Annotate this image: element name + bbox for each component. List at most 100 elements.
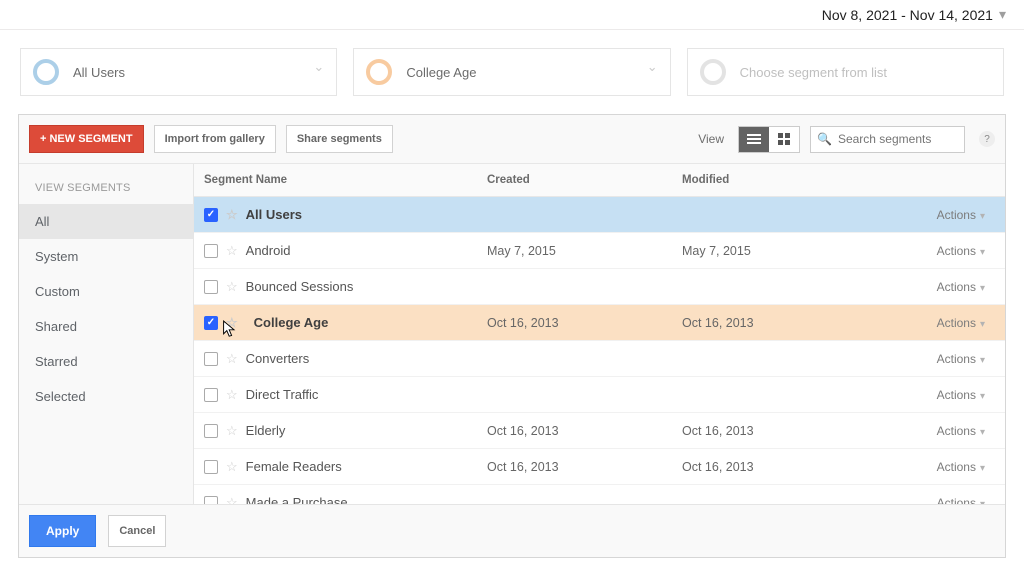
cursor-icon	[222, 319, 238, 339]
cell-modified	[672, 209, 867, 221]
table-row[interactable]: ☆Female ReadersOct 16, 2013Oct 16, 2013A…	[194, 449, 1005, 485]
cell-created: Oct 16, 2013	[477, 454, 672, 480]
row-checkbox[interactable]	[204, 388, 218, 402]
cell-created	[477, 209, 672, 221]
list-icon	[747, 132, 761, 146]
sidebar-item-starred[interactable]: Starred	[19, 344, 193, 379]
segment-name: Bounced Sessions	[246, 279, 354, 294]
apply-button[interactable]: Apply	[29, 515, 96, 547]
table-row[interactable]: ☆ Direct Traffic Actions	[194, 377, 1005, 413]
row-checkbox[interactable]	[204, 424, 218, 438]
row-actions-menu[interactable]: Actions	[867, 202, 1005, 228]
star-icon[interactable]: ☆	[226, 351, 238, 367]
chevron-down-icon: ▾	[999, 6, 1006, 23]
cancel-button[interactable]: Cancel	[108, 515, 166, 547]
cell-modified: Oct 16, 2013	[672, 418, 867, 444]
star-icon[interactable]: ☆	[226, 423, 238, 439]
row-checkbox[interactable]: ✓	[204, 316, 218, 330]
panel-body: VIEW SEGMENTS All System Custom Shared S…	[19, 164, 1005, 504]
row-checkbox[interactable]	[204, 244, 218, 258]
cell-created	[477, 497, 672, 505]
cell-created	[477, 389, 672, 401]
table-row[interactable]: ✓☆College AgeOct 16, 2013Oct 16, 2013Act…	[194, 305, 1005, 341]
share-segments-button[interactable]: Share segments	[286, 125, 393, 153]
cell-name: ☆ Direct Traffic	[194, 381, 477, 409]
row-actions-menu[interactable]: Actions	[867, 382, 1005, 408]
cell-name: ☆ Bounced Sessions	[194, 273, 477, 301]
cell-modified	[672, 497, 867, 505]
sidebar-item-custom[interactable]: Custom	[19, 274, 193, 309]
row-actions-menu[interactable]: Actions	[867, 238, 1005, 264]
col-header-modified[interactable]: Modified	[672, 164, 867, 196]
segment-circle-icon	[700, 59, 726, 85]
table-row[interactable]: ☆AndroidMay 7, 2015May 7, 2015Actions	[194, 233, 1005, 269]
table-row[interactable]: ☆ Bounced Sessions Actions	[194, 269, 1005, 305]
cell-name: ☆ Elderly	[194, 417, 477, 445]
star-icon[interactable]: ☆	[226, 207, 238, 223]
help-icon[interactable]: ?	[979, 131, 995, 147]
segment-name: Direct Traffic	[246, 387, 319, 402]
col-header-actions	[867, 164, 1005, 196]
sidebar-title: VIEW SEGMENTS	[19, 174, 193, 204]
table-row[interactable]: ☆ConvertersActions	[194, 341, 1005, 377]
segment-chips-row: All Users ⌄ College Age ⌄ Choose segment…	[0, 30, 1024, 110]
search-input[interactable]	[832, 132, 958, 146]
sidebar-item-shared[interactable]: Shared	[19, 309, 193, 344]
col-header-name[interactable]: Segment Name	[194, 164, 477, 196]
row-checkbox[interactable]	[204, 496, 218, 505]
segment-name: Female Readers	[246, 459, 342, 474]
table-row[interactable]: ☆Made a PurchaseActions	[194, 485, 1005, 504]
row-checkbox[interactable]	[204, 280, 218, 294]
search-segments-field[interactable]: 🔍	[810, 126, 965, 153]
sidebar-item-system[interactable]: System	[19, 239, 193, 274]
star-icon[interactable]: ☆	[226, 459, 238, 475]
col-header-created[interactable]: Created	[477, 164, 672, 196]
cell-name: ✓☆College Age	[194, 307, 477, 339]
row-actions-menu[interactable]: Actions	[867, 418, 1005, 444]
chevron-down-icon: ⌄	[313, 59, 324, 75]
view-toggle	[738, 126, 800, 153]
cell-modified	[672, 281, 867, 293]
cell-name: ☆Android	[194, 237, 477, 265]
cell-name: ✓ ☆ All Users	[194, 201, 477, 229]
new-segment-button[interactable]: + NEW SEGMENT	[29, 125, 144, 153]
row-actions-menu[interactable]: Actions	[867, 490, 1005, 505]
row-checkbox[interactable]	[204, 460, 218, 474]
segment-chip-all-users[interactable]: All Users ⌄	[20, 48, 337, 96]
date-range-bar[interactable]: Nov 8, 2021 - Nov 14, 2021 ▾	[0, 0, 1024, 30]
sidebar-item-selected[interactable]: Selected	[19, 379, 193, 414]
row-checkbox[interactable]	[204, 352, 218, 366]
segment-chip-label: College Age	[406, 65, 476, 80]
star-icon[interactable]: ☆	[226, 387, 238, 403]
cell-name: ☆ Female Readers	[194, 453, 477, 481]
row-actions-menu[interactable]: Actions	[867, 274, 1005, 300]
segment-chip-choose[interactable]: Choose segment from list	[687, 48, 1004, 96]
cell-modified: May 7, 2015	[672, 238, 867, 264]
view-grid-button[interactable]	[769, 127, 799, 152]
search-icon: 🔍	[817, 132, 832, 146]
cell-created	[477, 281, 672, 293]
segments-table: Segment Name Created Modified ✓ ☆ All User…	[194, 164, 1005, 504]
table-row[interactable]: ✓ ☆ All Users Actions	[194, 197, 1005, 233]
row-actions-menu[interactable]: Actions	[867, 310, 1005, 336]
panel-footer: Apply Cancel	[19, 504, 1005, 557]
star-icon[interactable]: ☆	[226, 243, 238, 259]
segment-name: All Users	[246, 207, 302, 222]
cell-modified: Oct 16, 2013	[672, 454, 867, 480]
sidebar-item-all[interactable]: All	[19, 204, 193, 239]
cell-created: May 7, 2015	[477, 238, 672, 264]
view-list-button[interactable]	[739, 127, 769, 152]
row-actions-menu[interactable]: Actions	[867, 454, 1005, 480]
import-gallery-button[interactable]: Import from gallery	[154, 125, 276, 153]
star-icon[interactable]: ☆	[226, 495, 238, 505]
row-actions-menu[interactable]: Actions	[867, 346, 1005, 372]
table-row[interactable]: ☆ElderlyOct 16, 2013Oct 16, 2013Actions	[194, 413, 1005, 449]
view-label: View	[698, 132, 724, 146]
table-header-row: Segment Name Created Modified	[194, 164, 1005, 197]
segment-chip-college-age[interactable]: College Age ⌄	[353, 48, 670, 96]
segment-panel: + NEW SEGMENT Import from gallery Share …	[18, 114, 1006, 558]
star-icon[interactable]: ☆	[226, 279, 238, 295]
table-body[interactable]: ✓☆All UsersActions☆AndroidMay 7, 2015May…	[194, 197, 1005, 504]
row-checkbox[interactable]: ✓	[204, 208, 218, 222]
segment-name: Elderly	[246, 423, 286, 438]
